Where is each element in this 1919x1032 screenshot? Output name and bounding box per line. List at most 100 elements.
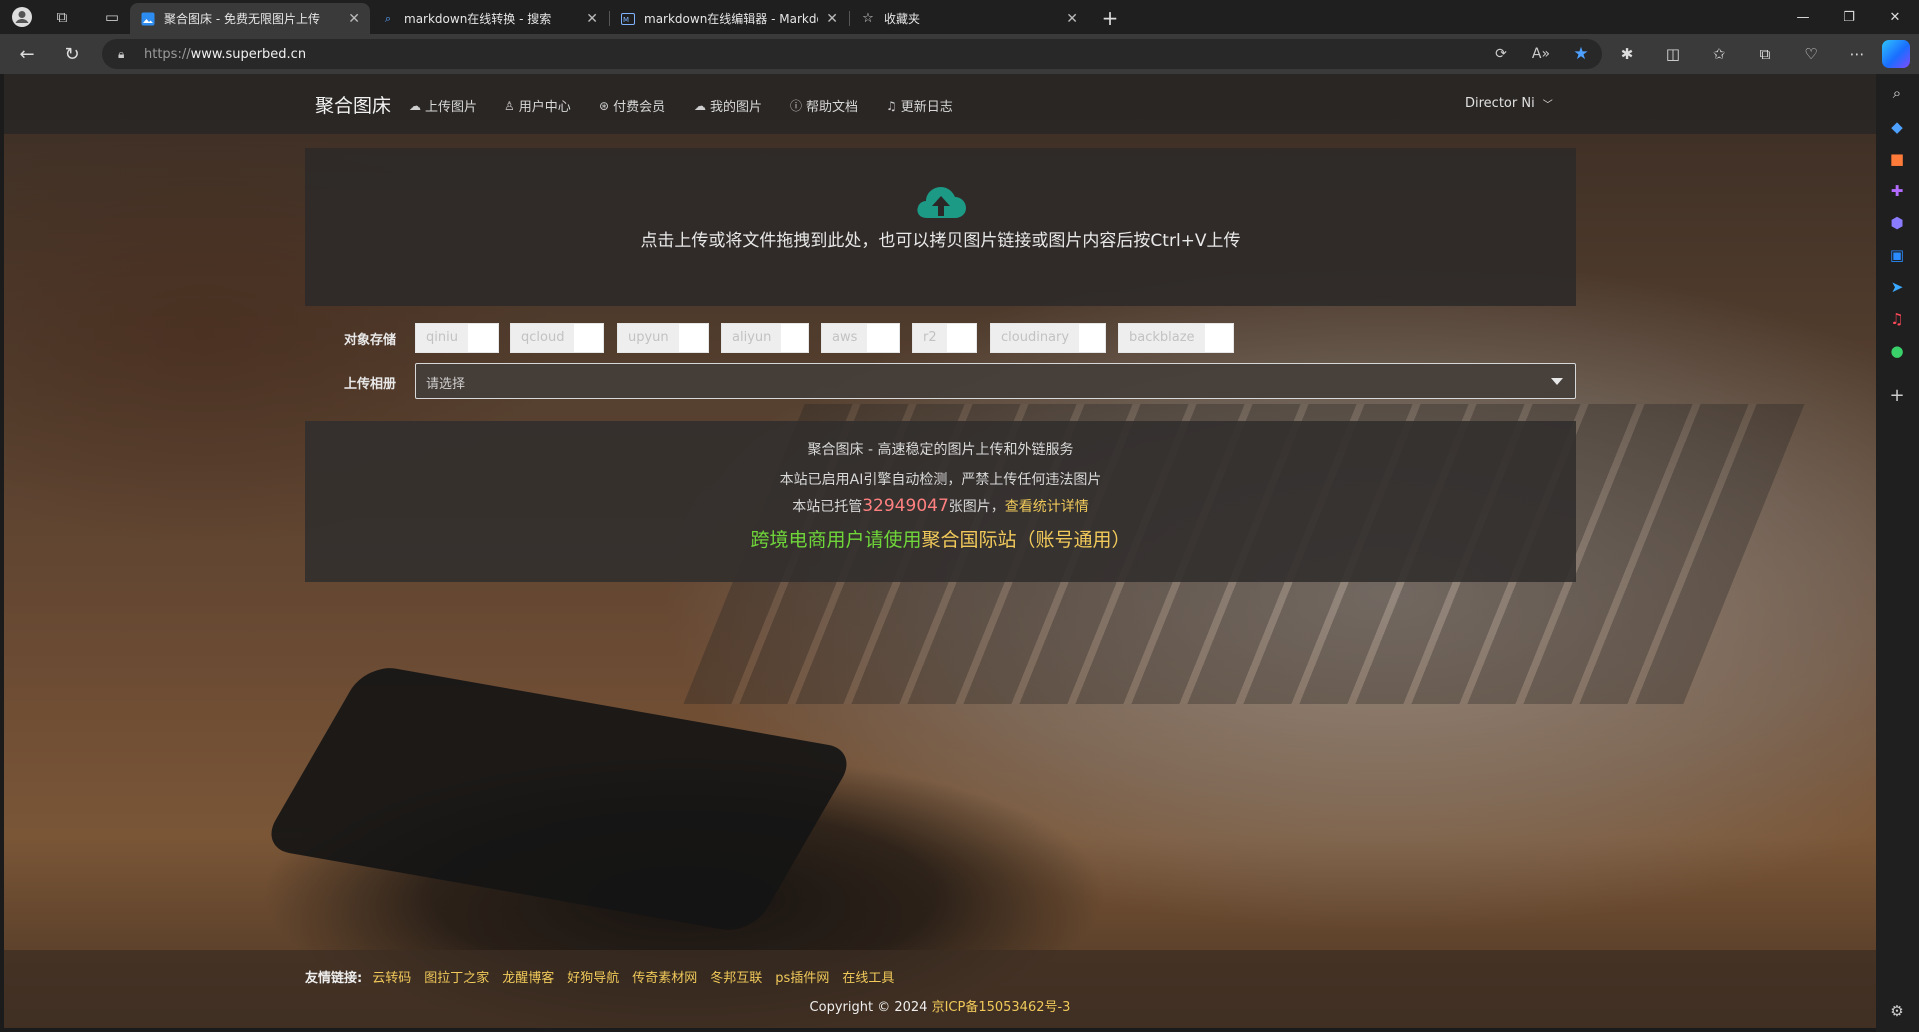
favorite-star-icon[interactable]: ★ [1570, 43, 1592, 65]
read-aloud-icon[interactable]: A» [1530, 43, 1552, 65]
copilot-sidebar-icon[interactable]: ⬢ [1884, 210, 1910, 236]
promo-prefix: 跨境电商用户请使用 [750, 529, 922, 551]
shopping-tag-icon[interactable]: ◆ [1884, 114, 1910, 140]
stats-suffix: 张图片， [948, 499, 1005, 515]
stats-detail-link[interactable]: 查看统计详情 [1005, 499, 1089, 515]
close-window-icon[interactable]: ✕ [1872, 0, 1918, 34]
friend-link[interactable]: 图拉丁之家 [424, 967, 489, 986]
nav-label: 付费会员 [613, 100, 666, 115]
storage-option-label: qcloud [511, 324, 575, 352]
add-sidebar-app-icon[interactable]: + [1884, 382, 1910, 408]
album-placeholder: 请选择 [426, 377, 466, 392]
back-icon[interactable]: ← [12, 40, 42, 68]
info-stats-line: 本站已托管32949047张图片，查看统计详情 [305, 496, 1576, 516]
tab-label: markdown在线转换 - 搜索 [404, 12, 552, 26]
storage-option-cloudinary[interactable]: cloudinary [990, 323, 1106, 353]
close-tab-icon[interactable]: ✕ [1066, 11, 1078, 27]
storage-option-aws[interactable]: aws [821, 323, 900, 353]
address-bar[interactable]: 🔒︎ https://www.superbed.cn ⟳ A» ★ [102, 39, 1602, 69]
tab-markdown-editor[interactable]: M markdown在线编辑器 - Markdow ✕ [610, 3, 848, 34]
storage-option-label: cloudinary [991, 324, 1080, 352]
minimize-icon[interactable]: — [1780, 0, 1826, 34]
bell-icon: ♫ [886, 98, 897, 113]
close-tab-icon[interactable]: ✕ [586, 11, 598, 27]
telegram-icon[interactable]: ➤ [1884, 274, 1910, 300]
refresh-icon[interactable]: ↻ [57, 40, 87, 68]
tab-actions-icon[interactable]: ▭ [98, 3, 126, 31]
storage-label: 对象存储 [344, 333, 397, 348]
split-screen-icon[interactable]: ◫ [1658, 40, 1688, 68]
friend-link[interactable]: 冬邦互联 [710, 967, 762, 986]
settings-icon[interactable]: ⚙ [1884, 998, 1910, 1024]
copilot-icon[interactable] [1882, 40, 1910, 68]
info-tagline: 聚合图床 - 高速稳定的图片上传和外链服务 [807, 442, 1074, 458]
outlook-icon[interactable]: ▣ [1884, 242, 1910, 268]
storage-option-aliyun[interactable]: aliyun [721, 323, 809, 353]
url-text[interactable]: https://www.superbed.cn [144, 47, 306, 62]
tab-search[interactable]: ⌕ markdown在线转换 - 搜索 ✕ [370, 3, 608, 34]
nav-vip[interactable]: ⊛ 付费会员 [599, 96, 666, 116]
favorites-bar-icon[interactable]: ✩ [1704, 40, 1734, 68]
browser-essentials-icon[interactable]: ♡ [1796, 40, 1826, 68]
image-icon [140, 11, 156, 27]
nav-user-center[interactable]: ♙ 用户中心 [504, 96, 571, 116]
dropdown-caret-icon [1551, 378, 1563, 385]
friend-link[interactable]: 好狗导航 [567, 967, 619, 986]
icp-link[interactable]: 京ICP备15053462号-3 [932, 1000, 1071, 1015]
new-tab-icon[interactable]: + [1096, 4, 1124, 32]
translate-icon[interactable]: ⟳ [1490, 43, 1512, 65]
close-tab-icon[interactable]: ✕ [348, 11, 360, 27]
lock-icon[interactable]: 🔒︎ [118, 47, 134, 62]
whatsapp-icon[interactable]: ● [1884, 338, 1910, 364]
storage-option-label: r2 [913, 324, 947, 352]
more-icon[interactable]: ⋯ [1842, 40, 1872, 68]
nav-upload[interactable]: ☁ 上传图片 [409, 96, 477, 116]
page-viewport: 聚合图床 ☁ 上传图片 ♙ 用户中心 ⊛ 付费会员 ☁ 我的图片 ⓘ 帮助文档 ♫ 更新日志… [4, 74, 1876, 1028]
close-tab-icon[interactable]: ✕ [826, 11, 838, 27]
friend-link[interactable]: 龙醒博客 [502, 967, 554, 986]
info-ai-notice: 本站已启用AI引擎自动检测，严禁上传任何违法图片 [779, 472, 1102, 488]
tab-superbed[interactable]: 聚合图床 - 免费无限图片上传 ✕ [130, 3, 370, 34]
storage-option-upyun[interactable]: upyun [617, 323, 709, 353]
collections-icon[interactable]: ⧉ [1750, 40, 1780, 68]
info-icon: ⓘ [790, 99, 803, 113]
tab-label: markdown在线编辑器 - Markdow [644, 12, 819, 26]
music-icon[interactable]: ♫ [1884, 306, 1910, 332]
friend-link[interactable]: ps插件网 [775, 967, 829, 986]
storage-option-qcloud[interactable]: qcloud [510, 323, 604, 353]
storage-option-r2[interactable]: r2 [912, 323, 977, 353]
friend-links: 友情链接: 云转码 图拉丁之家 龙醒博客 好狗导航 传奇素材网 冬邦互联 ps插… [305, 967, 907, 986]
restore-icon[interactable]: ❐ [1826, 0, 1872, 34]
upload-dropzone[interactable]: 点击上传或将文件拖拽到此处，也可以拷贝图片链接或图片内容后按Ctrl+V上传 [305, 148, 1576, 306]
nav-changelog[interactable]: ♫ 更新日志 [886, 96, 953, 116]
friend-link[interactable]: 在线工具 [842, 967, 894, 986]
storage-option-qiniu[interactable]: qiniu [415, 323, 499, 353]
games-icon[interactable]: ✚ [1884, 178, 1910, 204]
url-scheme: https:// [144, 46, 191, 62]
stats-prefix: 本站已托管 [792, 499, 863, 515]
storage-option-backblaze[interactable]: backblaze [1118, 323, 1234, 353]
browser-tab-bar: ⧉ ▭ 聚合图床 - 免费无限图片上传 ✕ ⌕ markdown在线转换 - 搜… [0, 0, 1919, 34]
extensions-icon[interactable]: ✱ [1612, 40, 1642, 68]
tab-favorites[interactable]: ☆ 收藏夹 ✕ [850, 3, 1088, 34]
friend-link[interactable]: 传奇素材网 [632, 967, 697, 986]
storage-option-label: upyun [618, 324, 679, 352]
international-site-link[interactable]: 聚合国际站 [921, 529, 1016, 551]
info-panel: 聚合图床 - 高速稳定的图片上传和外链服务 本站已启用AI引擎自动检测，严禁上传… [305, 421, 1576, 582]
nav-my-images[interactable]: ☁ 我的图片 [694, 96, 762, 116]
nav-label: 用户中心 [518, 100, 571, 115]
favorites-icon: ☆ [862, 11, 874, 26]
profile-icon[interactable] [8, 3, 36, 31]
nav-help[interactable]: ⓘ 帮助文档 [790, 96, 858, 115]
copyright: Copyright © 2024 京ICP备15053462号-3 [4, 996, 1876, 1015]
workspaces-icon[interactable]: ⧉ [48, 3, 76, 31]
tools-icon[interactable]: ■ [1884, 146, 1910, 172]
image-count: 32949047 [862, 496, 949, 516]
cloud-upload-icon [917, 187, 966, 218]
search-icon[interactable]: ⌕ [1884, 80, 1910, 106]
site-brand[interactable]: 聚合图床 [315, 91, 391, 118]
user-menu[interactable]: Director Ni ﹀ [1465, 96, 1553, 111]
album-select[interactable]: 请选择 [415, 363, 1576, 399]
copyright-text: Copyright © 2024 [809, 1000, 928, 1015]
friend-link[interactable]: 云转码 [372, 967, 411, 986]
